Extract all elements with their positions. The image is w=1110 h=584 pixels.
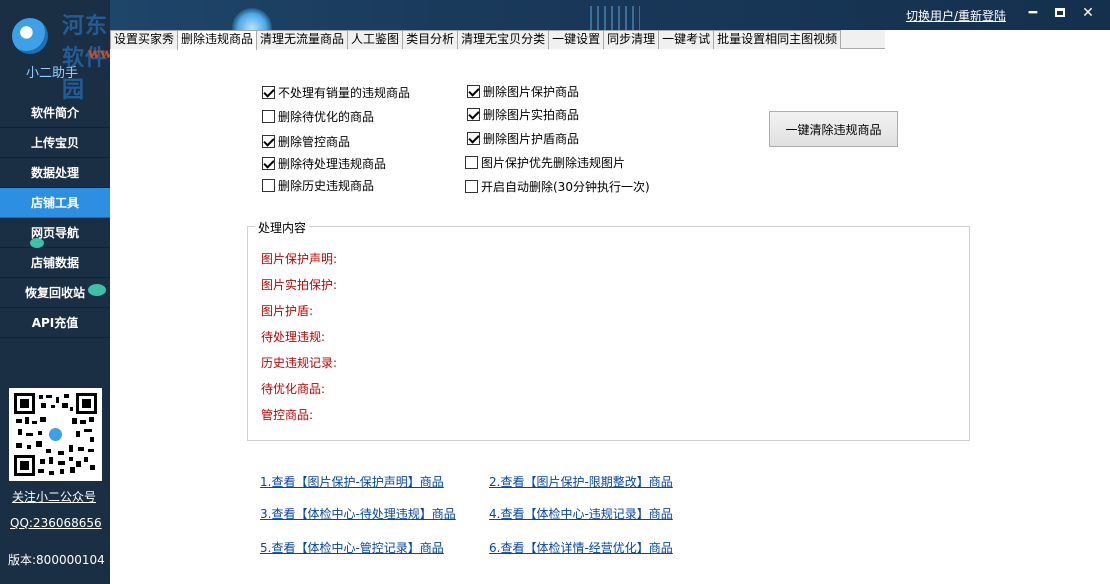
- decorative-bars: [590, 6, 640, 30]
- info-controlled: 管控商品:: [261, 408, 314, 422]
- minimize-icon: ━: [1028, 5, 1038, 21]
- option-delete-history-violations[interactable]: 删除历史违规商品: [262, 177, 374, 194]
- maximize-icon: [1055, 8, 1065, 17]
- checkbox[interactable]: [262, 179, 275, 192]
- checkbox[interactable]: [467, 132, 480, 145]
- tab-delete-violations[interactable]: 删除违规商品: [177, 30, 258, 50]
- checkbox[interactable]: [262, 135, 275, 148]
- info-image-protect-statement: 图片保护声明:: [261, 252, 338, 266]
- qr-center-logo: [45, 424, 66, 445]
- sidebar-item-data[interactable]: 数据处理: [0, 158, 110, 188]
- link-image-protect-rectify[interactable]: 2.查看【图片保护-限期整改】商品: [489, 473, 673, 490]
- option-label: 删除管控商品: [278, 135, 351, 149]
- decorative-dot: [30, 238, 44, 248]
- link-checkup-pending[interactable]: 3.查看【体检中心-待处理违规】商品: [260, 505, 456, 522]
- option-label: 删除待优化的商品: [278, 110, 375, 124]
- tab-batch-main-video[interactable]: 批量设置相同主图视频: [713, 30, 842, 49]
- sidebar-item-upload[interactable]: 上传宝贝: [0, 128, 110, 158]
- link-checkup-violation-records[interactable]: 4.查看【体检中心-违规记录】商品: [489, 505, 673, 522]
- option-keep-sold-violations[interactable]: 不处理有销量的违规商品: [262, 84, 410, 101]
- tab-clean-empty-categories[interactable]: 清理无宝贝分类: [457, 30, 550, 49]
- sidebar-item-web-nav[interactable]: 网页导航: [0, 218, 110, 248]
- option-delete-image-realshot[interactable]: 删除图片实拍商品: [467, 106, 579, 123]
- option-delete-image-shield[interactable]: 删除图片护盾商品: [467, 130, 579, 147]
- checkbox[interactable]: [465, 180, 478, 193]
- title-bar: 切换用户/重新登陆 ━ ✕: [0, 0, 1110, 48]
- sidebar-item-api-recharge[interactable]: API充值: [0, 308, 110, 338]
- close-button[interactable]: ✕: [1078, 4, 1098, 22]
- checkbox[interactable]: [467, 108, 480, 121]
- qr-code-image: [9, 388, 102, 481]
- info-pending-violations: 待处理违规:: [261, 330, 326, 344]
- sidebar: 小二助手 软件简介 上传宝贝 数据处理 店铺工具 网页导航 店铺数据 恢复回收站…: [0, 0, 110, 584]
- option-label: 删除图片实拍商品: [483, 108, 580, 122]
- tab-one-click-settings[interactable]: 一键设置: [548, 30, 605, 49]
- info-to-optimize: 待优化商品:: [261, 382, 326, 396]
- tab-buyer-show[interactable]: 设置买家秀: [110, 30, 179, 49]
- option-label: 不处理有销量的违规商品: [278, 86, 411, 100]
- tab-clean-no-traffic[interactable]: 清理无流量商品: [256, 30, 349, 49]
- checkbox[interactable]: [465, 156, 478, 169]
- option-delete-pending-violations[interactable]: 删除待处理违规商品: [262, 155, 386, 172]
- close-icon: ✕: [1082, 5, 1094, 21]
- tab-one-click-exam[interactable]: 一键考试: [658, 30, 715, 49]
- option-delete-to-optimize[interactable]: 删除待优化的商品: [262, 108, 374, 125]
- option-label: 删除历史违规商品: [278, 179, 375, 193]
- tab-bar: 设置买家秀 删除违规商品 清理无流量商品 人工鉴图 类目分析 清理无宝贝分类 一…: [110, 30, 885, 50]
- follow-wechat-link[interactable]: 关注小二公众号: [12, 488, 96, 505]
- info-history-violations: 历史违规记录:: [261, 356, 338, 370]
- app-logo-icon: [12, 18, 48, 54]
- option-prefer-delete-violation-images[interactable]: 图片保护优先删除违规图片: [465, 154, 625, 171]
- option-label: 删除图片保护商品: [483, 85, 580, 99]
- version-label: 版本:800000104: [8, 553, 105, 567]
- switch-user-link[interactable]: 切换用户/重新登陆: [906, 7, 1006, 24]
- option-label: 删除图片护盾商品: [483, 132, 580, 146]
- checkbox[interactable]: [262, 110, 275, 123]
- sidebar-item-shop-tools[interactable]: 店铺工具: [0, 188, 110, 218]
- minimize-button[interactable]: ━: [1023, 4, 1043, 22]
- info-image-shield: 图片护盾:: [261, 304, 314, 318]
- maximize-button[interactable]: [1050, 4, 1070, 22]
- tab-manual-image-check[interactable]: 人工鉴图: [347, 30, 404, 49]
- option-delete-image-protected[interactable]: 删除图片保护商品: [467, 83, 579, 100]
- checkbox[interactable]: [262, 86, 275, 99]
- process-group: 处理内容 图片保护声明: 图片实拍保护: 图片护盾: 待处理违规: 历史违规记录…: [247, 219, 970, 441]
- option-label: 开启自动删除(30分钟执行一次): [481, 180, 650, 194]
- link-checkup-control-records[interactable]: 5.查看【体检中心-管控记录】商品: [260, 539, 444, 556]
- tab-sync-clean[interactable]: 同步清理: [603, 30, 660, 49]
- option-label: 删除待处理违规商品: [278, 157, 387, 171]
- link-checkup-business-optimize[interactable]: 6.查看【体检详情-经营优化】商品: [489, 539, 673, 556]
- sidebar-item-shop-data[interactable]: 店铺数据: [0, 248, 110, 278]
- process-group-legend: 处理内容: [255, 219, 310, 236]
- checkbox[interactable]: [262, 157, 275, 170]
- tab-category-analysis[interactable]: 类目分析: [402, 30, 459, 49]
- option-label: 图片保护优先删除违规图片: [481, 156, 626, 170]
- main-content: 不处理有销量的违规商品 删除待优化的商品 删除管控商品 删除待处理违规商品 删除…: [110, 49, 1110, 584]
- checkbox[interactable]: [467, 85, 480, 98]
- info-image-realshot: 图片实拍保护:: [261, 278, 338, 292]
- option-auto-delete[interactable]: 开启自动删除(30分钟执行一次): [465, 178, 650, 195]
- qq-link[interactable]: QQ:236068656: [10, 516, 102, 530]
- link-image-protect-statement[interactable]: 1.查看【图片保护-保护声明】商品: [260, 473, 444, 490]
- option-delete-controlled[interactable]: 删除管控商品: [262, 133, 350, 150]
- clear-violations-button[interactable]: 一键清除违规商品: [769, 111, 898, 147]
- decorative-dot: [88, 284, 106, 296]
- sidebar-nav: 软件简介 上传宝贝 数据处理 店铺工具 网页导航 店铺数据 恢复回收站 API充…: [0, 98, 110, 338]
